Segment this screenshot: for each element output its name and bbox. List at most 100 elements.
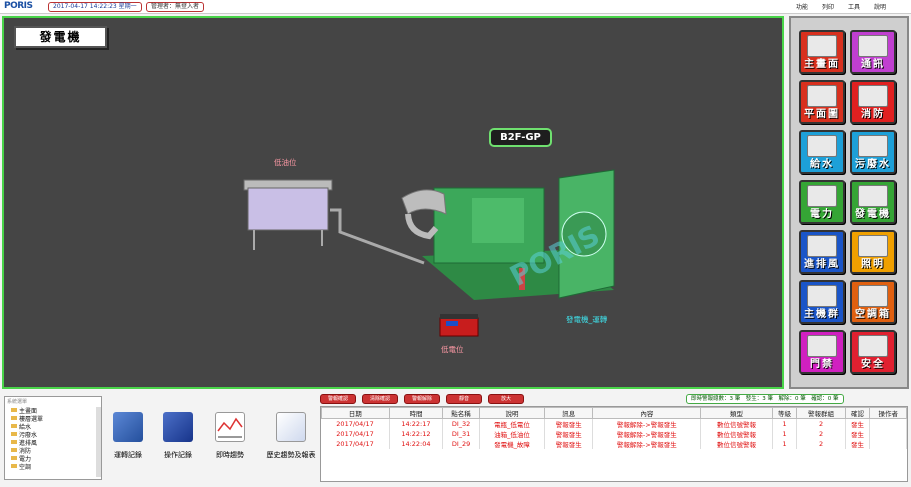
tile-chillers[interactable]: 主機群 (799, 280, 845, 324)
main-view: 發電機 B2F-GP PORIS 低油位 低電位 發電機_運轉 (2, 16, 784, 389)
tile-label: 發電機 (855, 209, 891, 220)
report-icon (276, 412, 306, 442)
history-report-button[interactable]: 歷史趨勢及報表 (258, 412, 324, 460)
generator-icon (858, 185, 888, 207)
alarm-clear-button[interactable]: 警報解除 (404, 394, 440, 404)
tree-scrollbar[interactable] (96, 407, 101, 477)
tile-label: 空調箱 (855, 309, 891, 320)
mute-button[interactable]: 靜音 (446, 394, 482, 404)
column-header[interactable]: 點名稱 (442, 407, 480, 419)
tile-ventilation[interactable]: 進排風 (799, 230, 845, 274)
battery-icon[interactable] (439, 314, 479, 337)
alarm-ack-button[interactable]: 警報確認 (320, 394, 356, 404)
low-level-label: 低電位 (441, 345, 464, 354)
tree-item-label: 空調 (19, 463, 32, 471)
table-row[interactable]: 2017/04/17 14:22:17 DI_32 電瓶_低電位 警報發生 警報解除->警… (321, 418, 907, 429)
column-header[interactable]: 日期 (321, 407, 390, 419)
table-cell: 警報解除->警報發生 (592, 429, 702, 439)
operation-log-button[interactable]: 運轉記錄 (104, 412, 152, 460)
power-icon (807, 185, 837, 207)
tile-fire[interactable]: 消防 (850, 80, 896, 124)
tile-label: 給水 (810, 159, 834, 170)
table-cell: 14:22:12 (389, 429, 444, 439)
alarm-table: 日期 時間 點名稱 說明 訊息 內容 類型 等級 警報群組 確認 操作者 2017/04/17 14:… (320, 406, 908, 482)
ventilation-icon (807, 235, 837, 257)
column-header[interactable]: 時間 (388, 407, 444, 419)
column-header[interactable]: 確認 (844, 407, 871, 419)
column-header[interactable]: 等級 (771, 407, 798, 419)
folder-icon (11, 416, 17, 420)
tree-item[interactable]: 空調 (5, 462, 101, 471)
folder-icon (11, 432, 17, 436)
calendar-icon (113, 412, 143, 442)
tile-generator[interactable]: 發電機 (850, 180, 896, 224)
action-log-label: 操作記錄 (164, 451, 192, 459)
tile-label: 消防 (861, 109, 885, 120)
column-header[interactable]: 操作者 (869, 407, 907, 419)
table-cell: 2017/04/17 (321, 429, 390, 439)
alarm-buttons: 警報確認 清除確認 警報解除 靜音 放大 (320, 394, 524, 404)
table-cell: 數位信號警報 (700, 429, 773, 439)
table-cell (869, 418, 907, 429)
menu-tools[interactable]: 工具 (848, 2, 860, 11)
menu-help[interactable]: 說明 (874, 2, 886, 11)
realtime-trend-button[interactable]: 即時趨勢 (206, 412, 254, 460)
action-log-button[interactable]: 操作記錄 (154, 412, 202, 460)
table-cell: 2 (796, 429, 846, 439)
column-header[interactable]: 說明 (478, 407, 546, 419)
tile-water-supply[interactable]: 給水 (799, 130, 845, 174)
folder-icon (11, 440, 17, 444)
lighting-icon (858, 235, 888, 257)
tile-comms[interactable]: 通訊 (850, 30, 896, 74)
fuel-tank-icon[interactable] (243, 179, 333, 250)
water-supply-icon (807, 135, 837, 157)
menu-print[interactable]: 列印 (822, 2, 834, 11)
table-cell: 發生 (845, 429, 871, 439)
table-cell: 警報發生 (544, 439, 594, 449)
column-header[interactable]: 內容 (592, 407, 702, 419)
trend-icon (215, 412, 245, 442)
tile-access-control[interactable]: 門禁 (799, 330, 845, 374)
tile-power[interactable]: 電力 (799, 180, 845, 224)
folder-icon (11, 408, 17, 412)
table-cell: 警報解除->警報發生 (592, 439, 702, 449)
tile-wastewater[interactable]: 污廢水 (850, 130, 896, 174)
table-cell: 數位信號警報 (700, 418, 773, 429)
table-cell: 2017/04/17 (321, 418, 390, 429)
system-tree: 系統選單 主畫面 樓層選單 給水 污廢水 進排風 消防 電力 空調 (4, 396, 102, 480)
generator-running-label: 發電機_運轉 (566, 315, 608, 324)
low-oil-label: 低油位 (274, 158, 297, 167)
datetime-display: 2017-04-17 14:22:23 星期一 (48, 2, 142, 12)
tile-label: 門禁 (810, 359, 834, 370)
column-header[interactable]: 警報群組 (796, 407, 846, 419)
table-cell: 1 (772, 418, 798, 429)
menu-function[interactable]: 功能 (796, 2, 808, 11)
tile-lighting[interactable]: 照明 (850, 230, 896, 274)
table-row[interactable]: 2017/04/17 14:22:12 DI_31 油箱_低油位 警報發生 警報解除->警… (321, 429, 907, 439)
security-icon (858, 335, 888, 357)
fire-icon (858, 85, 888, 107)
tile-ahu[interactable]: 空調箱 (850, 280, 896, 324)
clear-ack-button[interactable]: 清除確認 (362, 394, 398, 404)
realtime-trend-label: 即時趨勢 (216, 451, 244, 459)
tile-label: 主畫面 (804, 59, 840, 70)
tile-label: 污廢水 (855, 159, 891, 170)
scada-window: PORIS 2017-04-17 14:22:23 星期一 管理者：無登入者 功… (0, 0, 911, 487)
poris-logo: PORIS (4, 1, 33, 11)
tile-floorplan[interactable]: 平面圖 (799, 80, 845, 124)
zoom-button[interactable]: 放大 (488, 394, 524, 404)
tile-label: 電力 (810, 209, 834, 220)
column-header[interactable]: 訊息 (544, 407, 594, 419)
operation-log-label: 運轉記錄 (114, 451, 142, 459)
table-cell: 2017/04/17 (321, 439, 390, 449)
user-display[interactable]: 管理者：無登入者 (146, 2, 205, 12)
tile-home[interactable]: 主畫面 (799, 30, 845, 74)
column-header[interactable]: 類型 (700, 407, 773, 419)
home-icon (807, 35, 837, 57)
table-row[interactable]: 2017/04/17 14:22:04 DI_29 發電機_故障 警報發生 警報解除->警… (321, 439, 907, 449)
table-cell: DI_31 (442, 429, 480, 439)
tile-label: 平面圖 (804, 109, 840, 120)
tile-label: 主機群 (804, 309, 840, 320)
table-cell: 發生 (845, 418, 871, 429)
tile-security[interactable]: 安全 (850, 330, 896, 374)
